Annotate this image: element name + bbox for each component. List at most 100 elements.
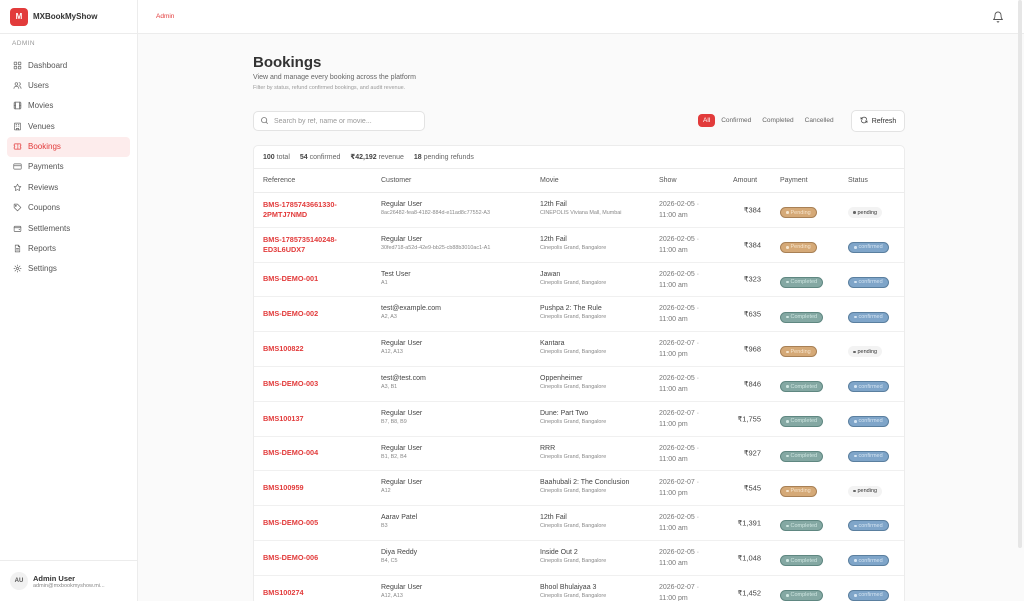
user-profile[interactable]: AU Admin User admin@mxbookmyshow.mi... [0, 560, 137, 601]
booking-reference-link[interactable]: BMS100822 [263, 344, 375, 354]
wallet-icon [12, 223, 22, 233]
movie-venue: Cinepolis Grand, Bangalore [540, 244, 607, 251]
booking-reference-link[interactable]: BMS-DEMO-004 [263, 448, 375, 458]
customer-seats: A2, A3 [381, 314, 397, 321]
booking-reference-link[interactable]: BMS-DEMO-005 [263, 518, 375, 528]
booking-reference-link[interactable]: BMS-DEMO-002 [263, 309, 375, 319]
sidebar-item-reports[interactable]: Reports [7, 239, 130, 259]
filter-cancelled[interactable]: Cancelled [800, 114, 839, 127]
customer-seats: A12, A13 [381, 349, 403, 356]
search-box[interactable] [253, 111, 425, 131]
customer-seats: A12 [381, 488, 391, 495]
booking-reference-link[interactable]: BMS-DEMO-006 [263, 553, 375, 563]
sidebar-item-label: Movies [28, 101, 54, 111]
brand[interactable]: M MXBookMyShow [0, 0, 137, 34]
booking-reference-link[interactable]: BMS100274 [263, 588, 375, 598]
show-time: 11:00 pm [659, 490, 688, 498]
amount-value: ₹846 [743, 379, 761, 389]
payment-label: Completed [790, 557, 818, 564]
page-subtitle: View and manage every booking across the… [253, 74, 416, 81]
table-row[interactable]: BMS-DEMO-001 Test User A1 Jawan Cinepolis Gr… [254, 263, 904, 298]
table-row[interactable]: BMS100137 Regular User B7, B8, B9 Dune: Par… [254, 402, 904, 437]
movie-cell: Jawan Cinepolis Grand, Bangalore [540, 271, 652, 286]
sidebar-item-dashboard[interactable]: Dashboard [7, 55, 130, 75]
booking-reference-link[interactable]: BMS-DEMO-001 [263, 274, 375, 284]
sidebar-item-reviews[interactable]: Reviews [7, 177, 130, 197]
sidebar-item-coupons[interactable]: Coupons [7, 198, 130, 218]
table-row[interactable]: BMS-DEMO-003 test@test.com A3, B1 Oppenheim… [254, 367, 904, 402]
payment-cell: Pending [780, 479, 817, 497]
customer-name: Regular User [381, 583, 423, 591]
column-header-reference[interactable]: Reference [263, 177, 295, 184]
payment-label: Completed [790, 314, 818, 321]
building-icon [12, 121, 22, 131]
page-scrollbar[interactable] [1018, 0, 1022, 548]
sidebar-item-label: Dashboard [28, 60, 68, 70]
booking-reference-link[interactable]: BMS100959 [263, 483, 375, 493]
bell-icon[interactable] [992, 10, 1004, 23]
column-header-payment[interactable]: Payment [780, 177, 808, 184]
movie-cell: Bhool Bhulaiyaa 3 Cinepolis Grand, Bangal… [540, 584, 652, 599]
movie-cell: Baahubali 2: The Conclusion Cinepolis Gra… [540, 479, 652, 494]
filter-all[interactable]: All [698, 114, 716, 127]
column-header-customer[interactable]: Customer [381, 177, 411, 184]
customer-seats: A12, A13 [381, 592, 403, 599]
show-time: 11:00 am [659, 212, 688, 219]
refresh-button[interactable]: Refresh [851, 110, 905, 132]
sidebar-item-payments[interactable]: Payments [7, 157, 130, 177]
show-time: 11:00 am [659, 246, 688, 254]
amount-value: ₹1,048 [737, 553, 761, 563]
status-label: confirmed [858, 418, 883, 425]
movie-venue: Cinepolis Grand, Bangalore [540, 523, 607, 530]
booking-reference-link[interactable]: BMS-DEMO-003 [263, 379, 375, 389]
column-header-status[interactable]: Status [848, 177, 868, 184]
user-name: Admin User [33, 573, 76, 583]
filter-confirmed[interactable]: Confirmed [716, 114, 756, 127]
ticket-icon [12, 142, 22, 152]
table-row[interactable]: BMS-DEMO-004 Regular User B1, B2, B4 RRR Cin… [254, 437, 904, 472]
payment-badge: Pending [780, 485, 817, 497]
table-row[interactable]: BMS-1785735140248-ED3L6UDX7 Regular User 3… [254, 228, 904, 263]
table-row[interactable]: BMS-1785743661330-2PMTJ7NMD Regular User 8… [254, 193, 904, 228]
table-row[interactable]: BMS100959 Regular User A12 Baahubali 2: The… [254, 471, 904, 507]
table-row[interactable]: BMS-DEMO-005 Aarav Patel B3 12th Fail Cinepo… [254, 506, 904, 541]
column-header-movie[interactable]: Movie [540, 177, 559, 184]
status-label: pending [857, 209, 878, 216]
sidebar-item-venues[interactable]: Venues [7, 116, 130, 136]
table-row[interactable]: BMS100274 Regular User A12, A13 Bhool Bhula… [254, 576, 904, 601]
show-date: 2026-02-07 · [659, 409, 700, 417]
show-time: 11:00 pm [659, 594, 688, 601]
sidebar-item-settlements[interactable]: Settlements [7, 218, 130, 238]
payment-cell: Completed [780, 584, 824, 601]
booking-reference-link[interactable]: BMS100137 [263, 414, 375, 424]
booking-reference-link[interactable]: BMS-1785743661330-2PMTJ7NMD [263, 200, 375, 220]
show-date: 2026-02-07 · [659, 583, 700, 591]
sidebar-item-bookings[interactable]: Bookings [7, 136, 130, 157]
show-time: 11:00 pm [659, 420, 688, 428]
payment-badge: Completed [780, 415, 824, 427]
search-input[interactable] [274, 117, 414, 125]
movie-title: Inside Out 2 [540, 548, 578, 556]
column-header-amount[interactable]: Amount [733, 177, 757, 184]
refresh-icon [860, 116, 872, 126]
status-filter-group: All Confirmed Completed Cancelled [697, 114, 839, 127]
status-badge: confirmed [848, 311, 889, 323]
sidebar-item-settings[interactable]: Settings [7, 259, 130, 279]
payment-cell: Completed [780, 305, 824, 323]
breadcrumb[interactable]: Admin [156, 13, 174, 20]
show-time: 11:00 am [659, 281, 688, 289]
sidebar-item-users[interactable]: Users [7, 75, 130, 95]
show-cell: 2026-02-05 · 11:00 am [659, 234, 699, 256]
table-row[interactable]: BMS-DEMO-002 test@example.com A2, A3 Pushpa… [254, 297, 904, 333]
customer-name: Aarav Patel [381, 514, 418, 522]
table-row[interactable]: BMS-DEMO-006 Diya Reddy B4, C5 Inside Out 2… [254, 541, 904, 576]
filter-completed[interactable]: Completed [757, 114, 798, 127]
table-row[interactable]: BMS100822 Regular User A12, A13 Kantara Cine… [254, 332, 904, 367]
movie-title: Dune: Part Two [540, 409, 589, 417]
booking-reference-link[interactable]: BMS-1785735140248-ED3L6UDX7 [263, 235, 375, 255]
movie-title: Baahubali 2: The Conclusion [540, 479, 630, 487]
summary-total: 100 total [263, 153, 290, 161]
sidebar-item-movies[interactable]: Movies [7, 96, 130, 116]
column-header-show[interactable]: Show [659, 177, 677, 184]
table-body: BMS-1785743661330-2PMTJ7NMD Regular User 8… [254, 193, 904, 601]
